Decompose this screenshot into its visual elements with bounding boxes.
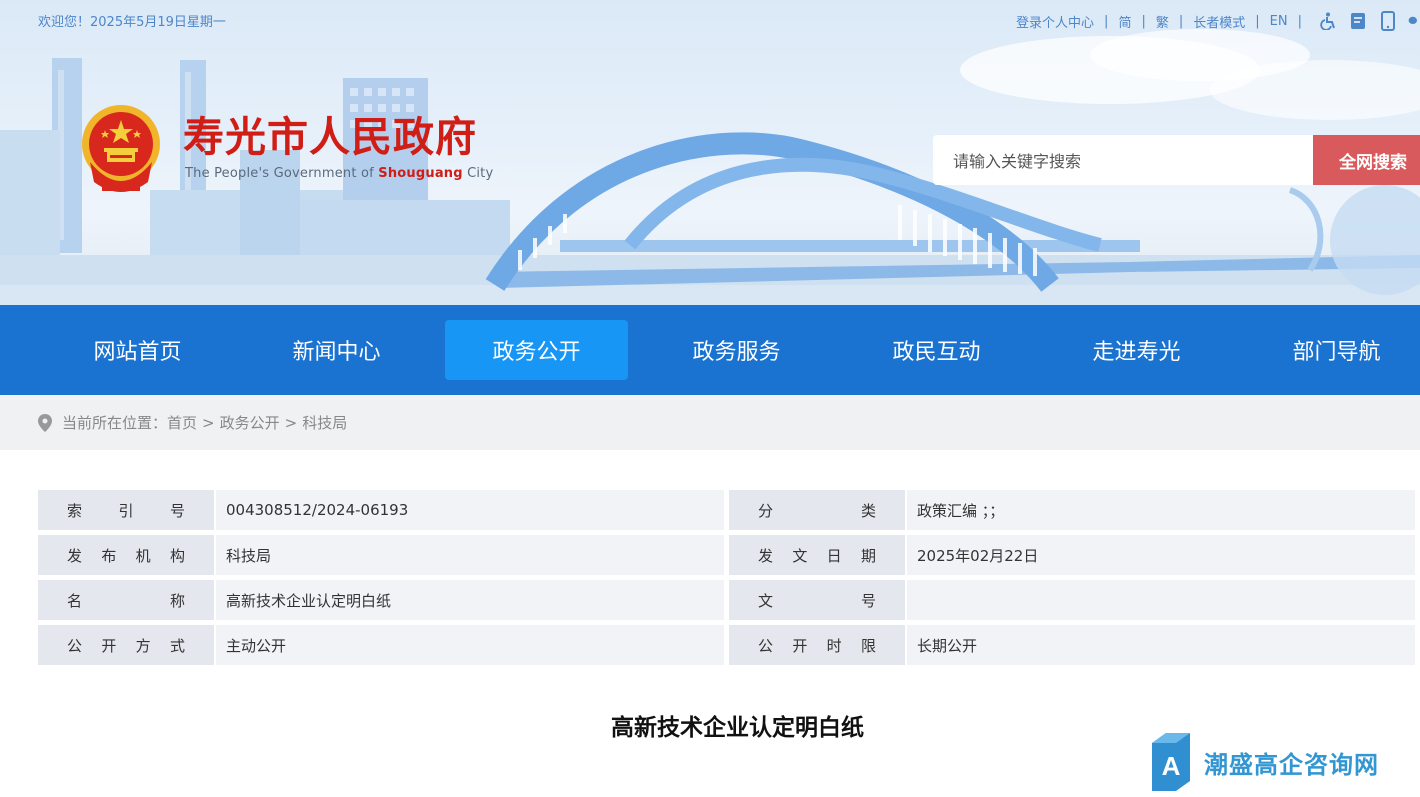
subtitle-suffix: City <box>462 166 494 181</box>
watermark-text: 潮盛高企咨询网 <box>1204 750 1379 779</box>
divider: | <box>1178 13 1184 29</box>
label-index-number: 索引号 <box>38 490 214 530</box>
nav-item-government-affairs[interactable]: 政务公开 <box>445 320 628 380</box>
label-char: 布 <box>101 546 117 565</box>
label-char: 时 <box>826 636 842 655</box>
label-issue-date: 发文日期 <box>729 535 905 575</box>
value-disclosure-period: 长期公开 <box>907 625 1415 665</box>
label-char: 公 <box>67 636 83 655</box>
label-name: 名称 <box>38 580 214 620</box>
label-char: 名 <box>67 591 83 610</box>
label-char: 期 <box>860 546 876 565</box>
breadcrumb-current[interactable]: 科技局 <box>302 412 347 433</box>
search-input[interactable]: 请输入关键字搜索 <box>933 135 1313 185</box>
label-char: 开 <box>792 636 808 655</box>
label-char: 类 <box>860 501 876 520</box>
info-row: 公开方式 主动公开 公开时限 长期公开 <box>38 625 1415 665</box>
main-nav: 网站首页 新闻中心 政务公开 政务服务 政民互动 走进寿光 部门导航 <box>0 305 1420 395</box>
info-row: 发布机构 科技局 发文日期 2025年02月22日 <box>38 535 1415 575</box>
value-document-number <box>907 580 1415 620</box>
label-document-number: 文号 <box>729 580 905 620</box>
wechat-icon[interactable] <box>1408 11 1420 31</box>
login-link[interactable]: 登录个人中心 <box>1012 12 1098 31</box>
label-char: 构 <box>169 546 185 565</box>
label-char: 公 <box>758 636 774 655</box>
breadcrumb-government-affairs[interactable]: 政务公开 <box>220 412 280 433</box>
breadcrumb-separator: > <box>202 413 215 432</box>
header-banner: 欢迎您！2025年5月19日星期一 登录个人中心 | 简 | 繁 | 长者模式 … <box>0 0 1420 305</box>
label-char: 限 <box>860 636 876 655</box>
value-disclosure-method: 主动公开 <box>216 625 724 665</box>
label-char: 机 <box>135 546 151 565</box>
subtitle-highlight: Shouguang <box>378 166 463 181</box>
value-category: 政策汇编 ；； <box>907 490 1415 530</box>
breadcrumb-home[interactable]: 首页 <box>167 412 197 433</box>
breadcrumb-separator: > <box>284 413 298 432</box>
search-button[interactable]: 全网搜索 <box>1313 135 1420 185</box>
nav-item-interaction[interactable]: 政民互动 <box>845 320 1028 380</box>
site-title[interactable]: 寿光市人民政府 <box>183 113 477 161</box>
traditional-chinese-link[interactable]: 繁 <box>1152 12 1173 31</box>
label-char: 文 <box>792 546 808 565</box>
nav-item-departments[interactable]: 部门导航 <box>1245 320 1420 380</box>
label-char: 号 <box>169 501 185 520</box>
date-greeting: 欢迎您！2025年5月19日星期一 <box>38 15 226 30</box>
label-char: 分 <box>758 501 774 520</box>
value-name: 高新技术企业认定明白纸 <box>216 580 724 620</box>
label-char: 引 <box>118 501 134 520</box>
elder-mode-link[interactable]: 长者模式 <box>1189 12 1249 31</box>
label-char: 索 <box>67 501 83 520</box>
label-char: 发 <box>67 546 83 565</box>
value-index-number: 004308512/2024-06193 <box>216 490 724 530</box>
accessibility-icon[interactable] <box>1318 11 1338 31</box>
label-char: 发 <box>758 546 774 565</box>
info-row: 索引号 004308512/2024-06193 分类 政策汇编 ；； <box>38 490 1415 530</box>
divider: | <box>1255 13 1260 29</box>
divider: | <box>1104 13 1109 29</box>
nav-item-news[interactable]: 新闻中心 <box>245 320 428 380</box>
label-char: 日 <box>826 546 842 565</box>
label-char: 号 <box>860 591 876 610</box>
divider: | <box>1297 13 1302 29</box>
nav-item-services[interactable]: 政务服务 <box>645 320 828 380</box>
label-char: 称 <box>169 591 185 610</box>
breadcrumb-prefix: 当前所在位置： <box>62 414 168 432</box>
label-disclosure-method: 公开方式 <box>38 625 214 665</box>
top-utility-bar: 登录个人中心 | 简 | 繁 | 长者模式 | EN | <box>1012 11 1420 31</box>
watermark-logo-letter: A <box>1162 751 1181 781</box>
subtitle-prefix: The People's Government of <box>185 166 379 181</box>
english-link[interactable]: EN <box>1266 14 1292 29</box>
location-pin-icon <box>38 413 52 432</box>
info-row: 名称 高新技术企业认定明白纸 文号 <box>38 580 1415 620</box>
label-char: 文 <box>758 591 774 610</box>
breadcrumb: 当前所在位置： 首页 > 政务公开 > 科技局 <box>0 395 1420 450</box>
note-icon[interactable] <box>1348 11 1368 31</box>
label-publisher: 发布机构 <box>38 535 214 575</box>
nav-item-home[interactable]: 网站首页 <box>46 320 229 380</box>
label-char: 方 <box>135 636 151 655</box>
simplified-chinese-link[interactable]: 简 <box>1114 12 1135 31</box>
label-char: 开 <box>101 636 117 655</box>
site-subtitle: The People's Government of Shouguang Cit… <box>185 166 493 181</box>
value-issue-date: 2025年02月22日 <box>907 535 1415 575</box>
nav-item-about-city[interactable]: 走进寿光 <box>1045 320 1228 380</box>
value-publisher: 科技局 <box>216 535 724 575</box>
label-char: 式 <box>169 636 185 655</box>
mobile-icon[interactable] <box>1378 11 1398 31</box>
label-category: 分类 <box>729 490 905 530</box>
label-disclosure-period: 公开时限 <box>729 625 905 665</box>
divider: | <box>1141 13 1146 29</box>
national-emblem-logo[interactable] <box>80 102 162 198</box>
